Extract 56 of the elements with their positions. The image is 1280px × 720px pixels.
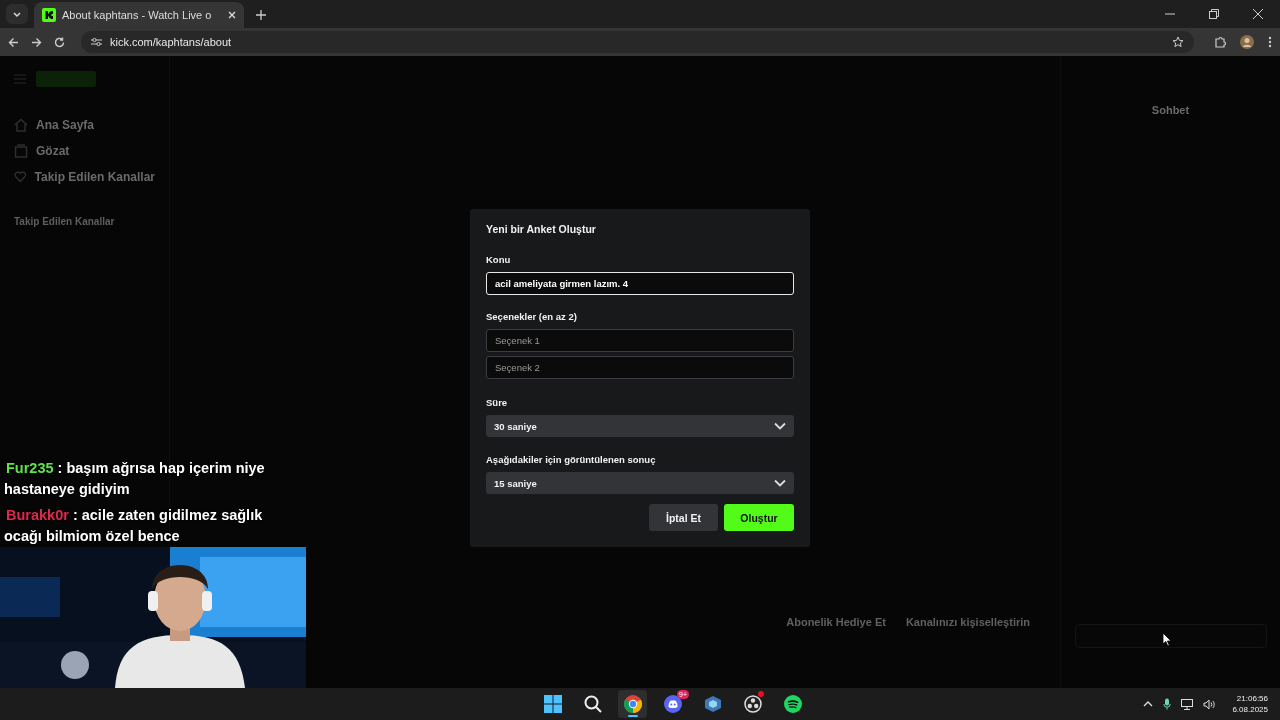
dialog-title: Yeni bir Anket Oluştur [486, 223, 597, 235]
browse-icon [14, 144, 28, 158]
clock-date[interactable]: 6.08.2025 [1232, 704, 1268, 715]
restore-icon[interactable] [1209, 9, 1219, 19]
close-icon[interactable] [228, 11, 236, 19]
close-icon[interactable] [1253, 9, 1263, 19]
option-field[interactable]: Seçenek 1 [486, 329, 794, 352]
chevron-up-icon[interactable] [1143, 701, 1154, 707]
star-icon[interactable] [1172, 36, 1184, 48]
field-label: Aşağıdakiler için görüntülenen sonuç [486, 454, 657, 465]
field-label: Seçenekler (en az 2) [486, 311, 578, 322]
site-settings-icon[interactable] [91, 37, 102, 47]
option-field[interactable]: Seçenek 2 [486, 356, 794, 379]
chevron-down-icon [13, 11, 21, 17]
field-label: Konu [486, 254, 512, 265]
menu-icon[interactable] [1268, 36, 1272, 48]
spotify-icon[interactable] [783, 695, 802, 713]
kick-logo-icon [42, 8, 56, 22]
result-duration-dropdown[interactable]: 15 saniye [486, 472, 794, 494]
browser-tab[interactable]: About kaphtans - Watch Live o [34, 2, 244, 28]
microphone-icon[interactable] [1163, 698, 1172, 710]
windows-icon[interactable] [543, 695, 562, 713]
extensions-icon[interactable] [1214, 36, 1226, 48]
heart-icon [14, 170, 27, 184]
back-icon[interactable] [8, 36, 19, 48]
field-label: Süre [486, 397, 509, 408]
obs-icon[interactable] [743, 695, 762, 713]
discord-icon[interactable] [663, 695, 682, 713]
clock-time[interactable]: 21:06:56 [1236, 693, 1268, 704]
chat-title: Sohbet [1151, 104, 1190, 116]
chat-message: Fur235 : başım ağrısa hap içerim niye hastaneye gidiyim [4, 459, 266, 499]
tab-title: About kaphtans - Watch Live o [62, 9, 213, 21]
chat-input[interactable] [1074, 624, 1267, 648]
search-icon[interactable] [583, 695, 602, 713]
create-button[interactable]: Oluştur [724, 504, 794, 531]
forward-icon[interactable] [31, 36, 42, 48]
topic-field[interactable]: acil ameliyata girmen lazım. 4 [486, 272, 794, 295]
home-icon [14, 118, 28, 132]
tab-list-button[interactable] [6, 4, 28, 24]
new-tab-icon[interactable] [256, 10, 266, 20]
section-title: Takip Edilen Kanallar [14, 216, 116, 227]
chevron-down-icon [774, 479, 786, 487]
chrome-icon[interactable] [623, 695, 642, 713]
avatar-icon[interactable] [1240, 35, 1254, 49]
cursor-icon [1162, 632, 1172, 647]
cancel-button[interactable]: İptal Et [649, 504, 718, 531]
duration-dropdown[interactable]: 30 saniye [486, 415, 794, 437]
address-bar[interactable]: kick.com/kaphtans/about [81, 31, 1194, 53]
sidebar-item[interactable]: Takip Edilen Kanallar [34, 170, 155, 184]
chat-message: Burakk0r : acile zaten gidilmez sağlık ocağı bilmiom özel bence [4, 506, 264, 546]
chevron-down-icon [774, 422, 786, 430]
cube-icon[interactable] [703, 695, 722, 713]
volume-icon[interactable] [1203, 698, 1217, 710]
sidebar-item[interactable]: Gözat [36, 144, 70, 158]
reload-icon[interactable] [54, 36, 65, 48]
sidebar-item[interactable]: Ana Sayfa [36, 118, 95, 132]
